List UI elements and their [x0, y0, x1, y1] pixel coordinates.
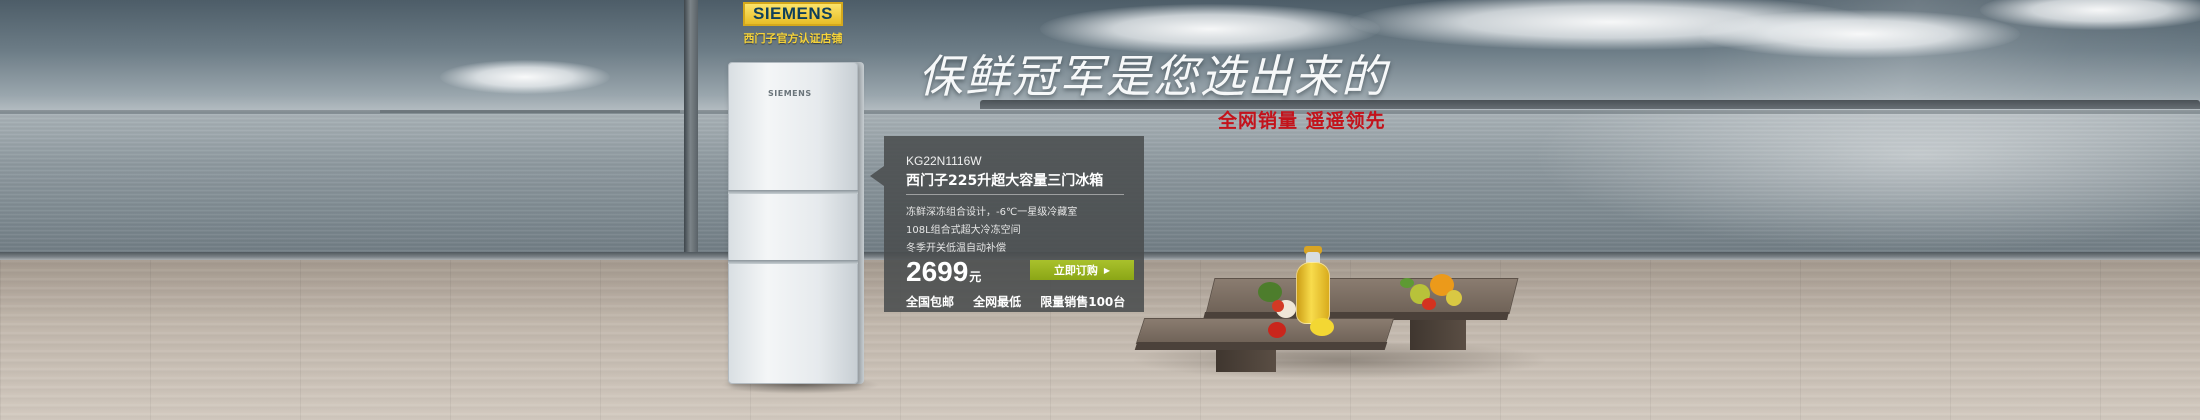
price-row: 2699元 [906, 256, 981, 288]
tabletop-front-edge [1134, 342, 1388, 350]
tabletop-front [1135, 318, 1395, 344]
fridge-product-image[interactable]: SIEMENS [720, 62, 880, 394]
lemon [1310, 318, 1334, 336]
brand-badge[interactable]: SIEMENS 西门子官方认证店铺 [740, 2, 846, 48]
tabletop-back [1205, 278, 1519, 314]
product-name: 西门子225升超大容量三门冰箱 [906, 173, 1104, 189]
official-store-label: 西门子官方认证店铺 [743, 32, 843, 45]
fridge-door-split [728, 260, 858, 264]
buy-now-button[interactable]: 立即订购 ▶ [1030, 260, 1134, 280]
broccoli [1258, 282, 1282, 302]
fridge-door-split [728, 190, 858, 194]
perks-row: 全国包邮 全网最低 限量销售100台 [906, 291, 1139, 310]
table-leg [1410, 316, 1466, 350]
pepper [1272, 300, 1284, 312]
fridge-body [728, 62, 858, 384]
price-value: 2699 [906, 256, 969, 287]
feature-item: 冻鲜深冻组合设计，-6℃一星级冷藏室 [906, 207, 1078, 218]
perk-limited-sale: 限量销售100台 [1040, 295, 1126, 309]
product-model: KG22N1116W [906, 154, 982, 168]
cloud [440, 60, 610, 94]
perk-lowest-price: 全网最低 [973, 295, 1022, 309]
oil-bottle [1296, 262, 1330, 324]
promo-banner[interactable]: SIEMENS 西门子官方认证店铺 保鲜冠军是您选出来的 全网销量 遥遥领先 S… [0, 0, 2200, 420]
leaf [1400, 278, 1414, 288]
perk-free-shipping: 全国包邮 [906, 295, 955, 309]
headline-title: 保鲜冠军是您选出来的 [918, 50, 1389, 103]
sea-reflection [1500, 110, 2200, 260]
buy-now-label: 立即订购 [1053, 264, 1098, 277]
grape [1446, 290, 1462, 306]
window-frame [0, 110, 2200, 114]
panel-pointer [870, 166, 884, 186]
price-currency: 元 [969, 270, 982, 284]
product-info-panel: KG22N1116W 西门子225升超大容量三门冰箱 冻鲜深冻组合设计，-6℃一… [870, 136, 1144, 312]
panel-divider [906, 194, 1124, 195]
triangle-right-icon: ▶ [1103, 265, 1111, 275]
headline-subtitle: 全网销量 遥遥领先 [1218, 110, 1386, 132]
siemens-logo[interactable]: SIEMENS [743, 2, 843, 26]
pepper [1422, 298, 1436, 310]
fridge-logo: SIEMENS [768, 89, 812, 98]
window-pillar [684, 0, 698, 262]
tomato [1268, 322, 1286, 338]
feature-list: 冻鲜深冻组合设计，-6℃一星级冷藏室 108L组合式超大冷冻空间 冬季开关低温自… [906, 204, 1077, 258]
feature-item: 108L组合式超大冷冻空间 [906, 225, 1021, 236]
